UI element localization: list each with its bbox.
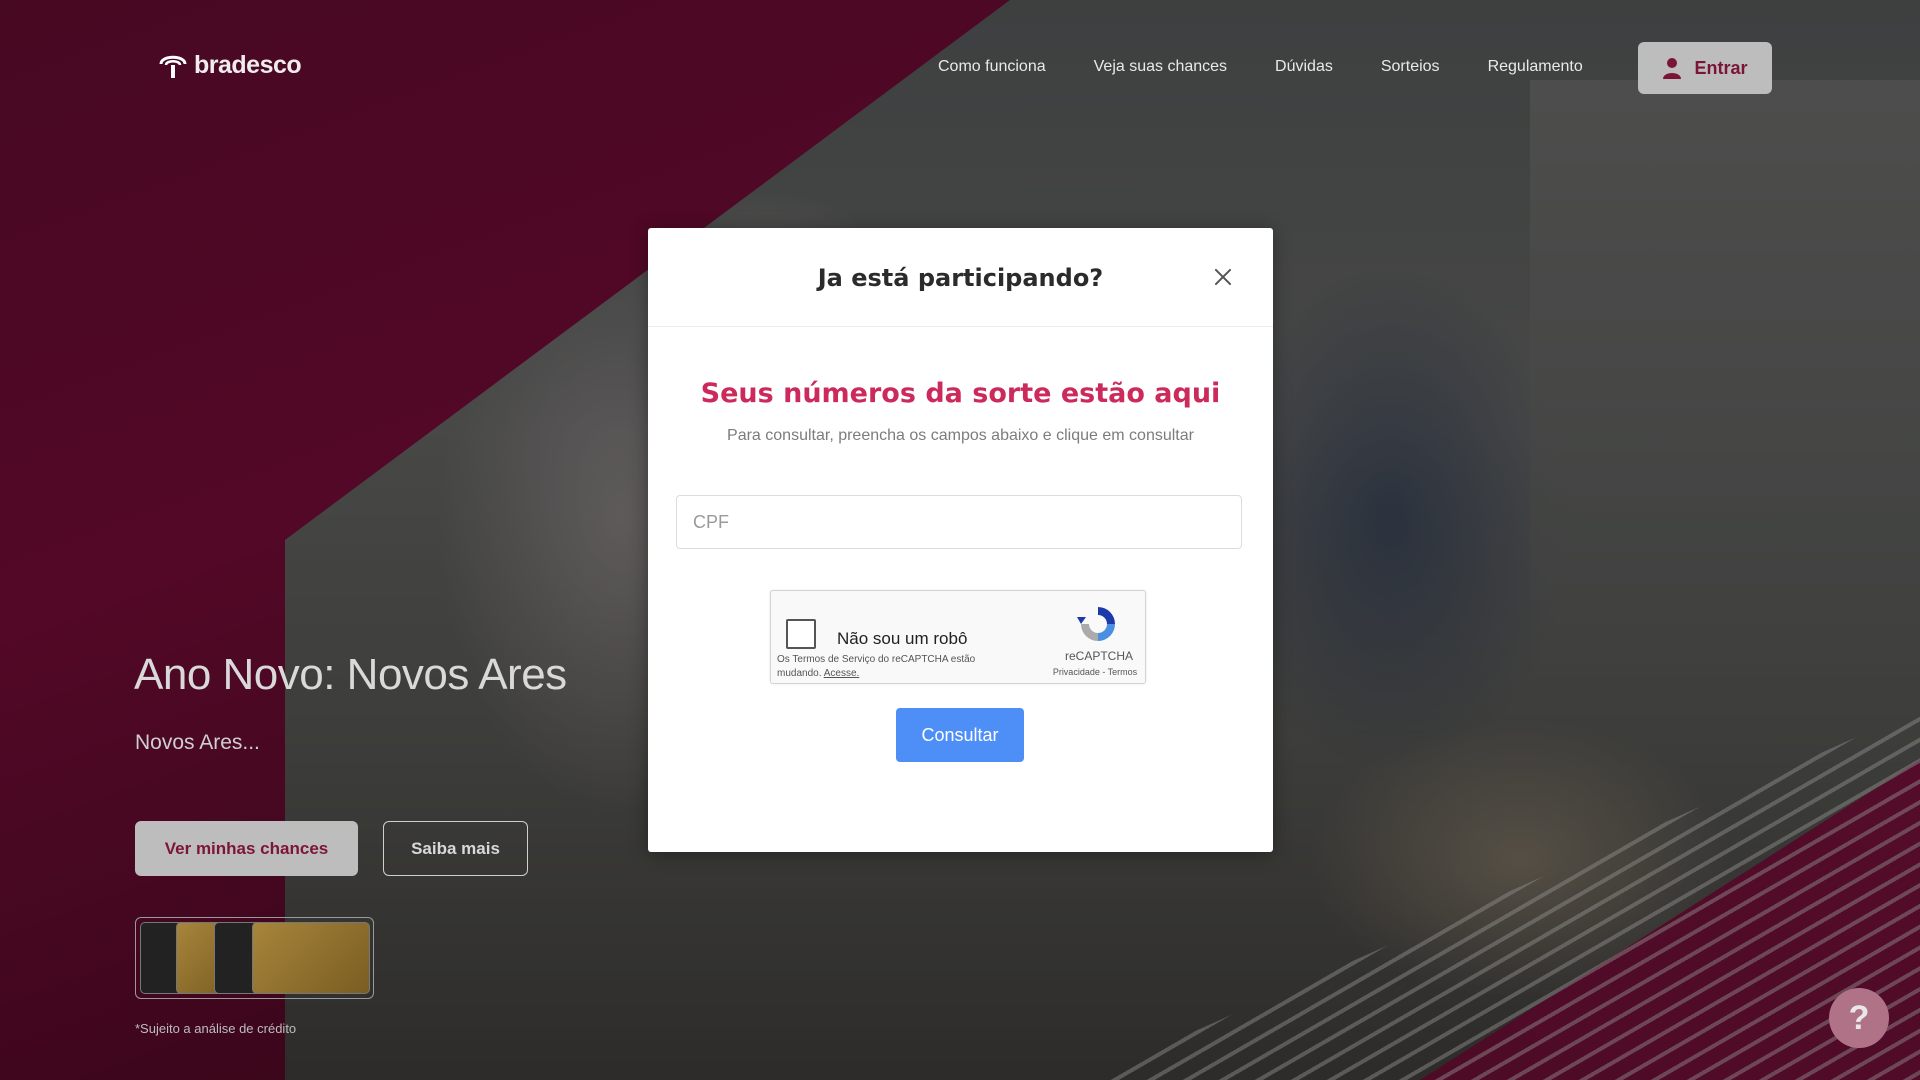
recaptcha-icon	[1077, 607, 1115, 641]
nav-sorteios[interactable]: Sorteios	[1381, 58, 1440, 76]
see-my-chances-button[interactable]: Ver minhas chances	[135, 821, 358, 876]
user-icon	[1663, 58, 1682, 79]
recaptcha-label: Não sou um robô	[837, 629, 968, 648]
recaptcha-widget: Não sou um robô Os Termos de Serviço do …	[770, 590, 1146, 684]
help-button[interactable]: ?	[1829, 988, 1889, 1048]
nav-regulamento[interactable]: Regulamento	[1488, 58, 1583, 76]
recaptcha-brand: reCAPTCHA	[1065, 649, 1134, 663]
login-button-label: Entrar	[1694, 57, 1748, 78]
nav-como-funciona[interactable]: Como funciona	[938, 58, 1046, 76]
close-icon[interactable]	[1212, 266, 1234, 288]
modal-header: Ja está participando?	[648, 228, 1273, 327]
hero-subtitle: Novos Ares...	[135, 731, 260, 754]
question-icon: ?	[1848, 998, 1870, 1037]
credit-disclaimer: *Sujeito a análise de crédito	[135, 1021, 297, 1036]
learn-more-button[interactable]: Saiba mais	[383, 821, 528, 876]
recaptcha-terms-text: Os Termos de Serviço do reCAPTCHA estão …	[777, 654, 976, 679]
recaptcha-terms-link[interactable]: Acesse.	[824, 668, 860, 679]
cpf-input[interactable]	[676, 495, 1242, 549]
login-button[interactable]: Entrar	[1638, 42, 1772, 94]
recaptcha-privacy-links[interactable]: Privacidade - Termos	[1043, 667, 1147, 677]
hero-title: Ano Novo: Novos Ares	[134, 650, 567, 699]
recaptcha-checkbox[interactable]	[786, 619, 816, 649]
modal-title: Ja está participando?	[817, 264, 1104, 292]
participation-modal: Ja está participando? Seus números da so…	[648, 228, 1273, 852]
bradesco-logo[interactable]: bradesco	[158, 50, 302, 80]
logo-text: bradesco	[194, 50, 302, 79]
main-nav: Como funciona Veja suas chances Dúvidas …	[938, 58, 1583, 76]
consult-button[interactable]: Consultar	[896, 708, 1024, 762]
credit-cards-image	[135, 917, 374, 999]
modal-description: Para consultar, preencha os campos abaix…	[727, 427, 1194, 444]
nav-duvidas[interactable]: Dúvidas	[1275, 58, 1333, 76]
card-image	[252, 922, 370, 994]
bradesco-tree-icon	[159, 55, 187, 78]
nav-veja-suas-chances[interactable]: Veja suas chances	[1094, 58, 1227, 76]
modal-headline: Seus números da sorte estão aqui	[700, 378, 1221, 409]
recaptcha-terms: Os Termos de Serviço do reCAPTCHA estão …	[777, 653, 1002, 681]
